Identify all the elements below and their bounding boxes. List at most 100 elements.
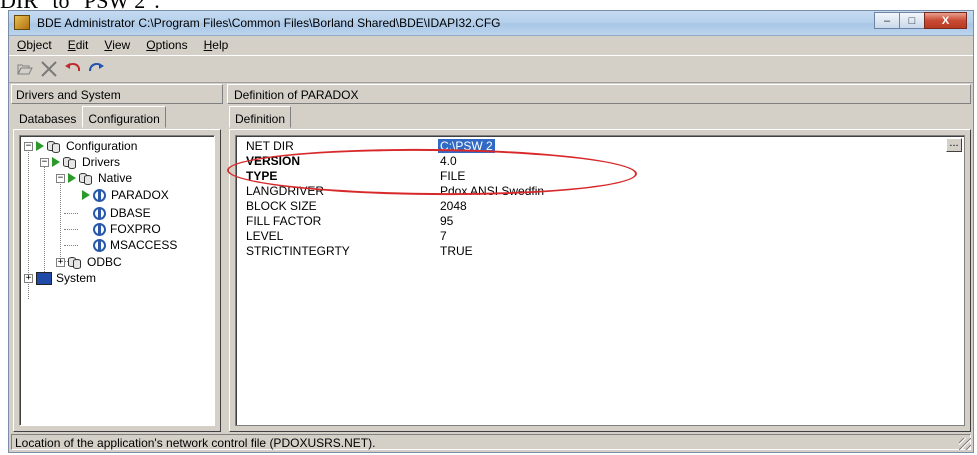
tree-label: Native [98, 171, 133, 185]
tree-connector [64, 229, 78, 230]
definition-panel: NET DIR C:\PSW 2 ... VERSION 4.0 TYPE FI… [229, 129, 971, 432]
driver-wheel-icon [93, 222, 106, 236]
tree-label: DBASE [110, 206, 151, 220]
play-arrow-icon [68, 173, 76, 183]
tree-node-configuration[interactable]: − Configuration [24, 138, 137, 154]
window-controls: – □ X [874, 12, 967, 30]
database-icon [68, 256, 83, 269]
tree-label: FOXPRO [110, 222, 161, 236]
grid-row-block-size[interactable]: BLOCK SIZE 2048 [236, 198, 964, 213]
collapse-icon[interactable]: − [24, 141, 33, 151]
menu-bar: Object Edit View Options Help [9, 36, 973, 54]
driver-wheel-icon [93, 206, 106, 220]
driver-wheel-icon [93, 188, 106, 202]
bde-app-icon [14, 15, 30, 30]
undo-button[interactable] [61, 58, 85, 80]
computer-icon [36, 271, 52, 285]
configuration-panel: − Configuration − Drivers − Native PARAD… [13, 129, 221, 432]
redo-button[interactable] [85, 58, 109, 80]
tree-label: ODBC [87, 255, 122, 269]
tree-node-dbase[interactable]: DBASE [93, 205, 151, 221]
maximize-button[interactable]: □ [899, 12, 925, 29]
tree-label: System [56, 271, 97, 285]
undo-icon [65, 62, 81, 72]
grid-row-version[interactable]: VERSION 4.0 [236, 153, 964, 168]
grid-row-level[interactable]: LEVEL 7 [236, 228, 964, 243]
collapse-icon[interactable]: − [40, 157, 49, 167]
property-value[interactable]: TRUE [440, 244, 473, 258]
menu-edit[interactable]: Edit [60, 36, 97, 54]
database-icon [79, 172, 94, 185]
property-key: NET DIR [246, 139, 294, 153]
database-icon [63, 156, 78, 169]
browse-ellipsis-button[interactable]: ... [946, 138, 962, 152]
open-button[interactable] [13, 58, 37, 80]
definition-grid: NET DIR C:\PSW 2 ... VERSION 4.0 TYPE FI… [235, 135, 965, 426]
tree-node-odbc[interactable]: + ODBC [56, 254, 122, 270]
tree-label: PARADOX [111, 188, 169, 202]
tree-node-native[interactable]: − Native [56, 170, 132, 186]
tree-label: Drivers [82, 155, 120, 169]
tree-node-drivers[interactable]: − Drivers [40, 154, 120, 170]
expand-icon[interactable]: + [24, 273, 33, 283]
property-value[interactable]: FILE [440, 169, 465, 183]
grid-row-fill-factor[interactable]: FILL FACTOR 95 [236, 213, 964, 228]
menu-view[interactable]: View [96, 36, 138, 54]
tree-connector [44, 166, 45, 274]
tree-node-paradox[interactable]: PARADOX [82, 187, 170, 203]
resize-grip-icon[interactable] [959, 438, 971, 450]
property-key: LEVEL [246, 229, 284, 243]
open-icon [17, 64, 33, 75]
grid-row-net-dir[interactable]: NET DIR C:\PSW 2 ... [236, 138, 964, 153]
property-value[interactable]: Pdox ANSI Swedfin [440, 184, 544, 198]
property-value[interactable]: 7 [440, 229, 447, 243]
property-key: FILL FACTOR [246, 214, 322, 228]
property-value[interactable]: C:\PSW 2 [438, 139, 495, 153]
right-tabs: Definition [229, 106, 292, 130]
collapse-icon[interactable]: − [56, 173, 65, 183]
grid-row-strictintegrty[interactable]: STRICTINTEGRTY TRUE [236, 243, 964, 258]
delete-icon [41, 61, 57, 77]
property-key: LANGDRIVER [246, 184, 325, 198]
minimize-button[interactable]: – [874, 12, 900, 29]
database-icon [47, 140, 62, 153]
tree-connector [64, 245, 78, 246]
menu-options[interactable]: Options [138, 36, 195, 54]
property-key: BLOCK SIZE [246, 199, 317, 213]
status-bar: Location of the application's network co… [11, 434, 971, 450]
close-button[interactable]: X [924, 12, 967, 29]
redo-icon [89, 62, 104, 72]
tab-definition[interactable]: Definition [229, 106, 292, 128]
property-value[interactable]: 4.0 [440, 154, 457, 168]
menu-object[interactable]: Object [9, 36, 60, 54]
left-tabs: Databases Configuration [13, 106, 166, 130]
tree-node-system[interactable]: + System [24, 270, 96, 286]
property-key: TYPE [246, 169, 278, 183]
play-arrow-icon [82, 190, 90, 200]
configuration-tree[interactable]: − Configuration − Drivers − Native PARAD… [19, 135, 215, 426]
property-key: VERSION [246, 154, 301, 168]
tree-label: MSACCESS [110, 238, 178, 252]
delete-button[interactable] [37, 58, 61, 80]
tab-configuration[interactable]: Configuration [82, 106, 166, 128]
bde-administrator-window: BDE Administrator C:\Program Files\Commo… [8, 10, 974, 453]
grid-row-langdriver[interactable]: LANGDRIVER Pdox ANSI Swedfin [236, 183, 964, 198]
tree-node-foxpro[interactable]: FOXPRO [93, 221, 161, 237]
tree-connector [64, 213, 78, 214]
tree-connector [60, 182, 61, 259]
toolbar [9, 55, 973, 83]
title-bar[interactable]: BDE Administrator C:\Program Files\Commo… [9, 11, 973, 36]
tree-node-msaccess[interactable]: MSACCESS [93, 237, 177, 253]
driver-wheel-icon [93, 238, 106, 252]
play-arrow-icon [52, 157, 60, 167]
drivers-system-header: Drivers and System [11, 84, 223, 104]
tab-databases[interactable]: Databases [13, 108, 82, 127]
expand-icon[interactable]: + [56, 257, 65, 267]
menu-help[interactable]: Help [196, 36, 237, 54]
pane-headers: Drivers and System Definition of PARADOX [9, 84, 973, 105]
property-value[interactable]: 2048 [440, 199, 467, 213]
play-arrow-icon [36, 141, 44, 151]
property-value[interactable]: 95 [440, 214, 453, 228]
window-title: BDE Administrator C:\Program Files\Commo… [37, 16, 501, 30]
grid-row-type[interactable]: TYPE FILE [236, 168, 964, 183]
